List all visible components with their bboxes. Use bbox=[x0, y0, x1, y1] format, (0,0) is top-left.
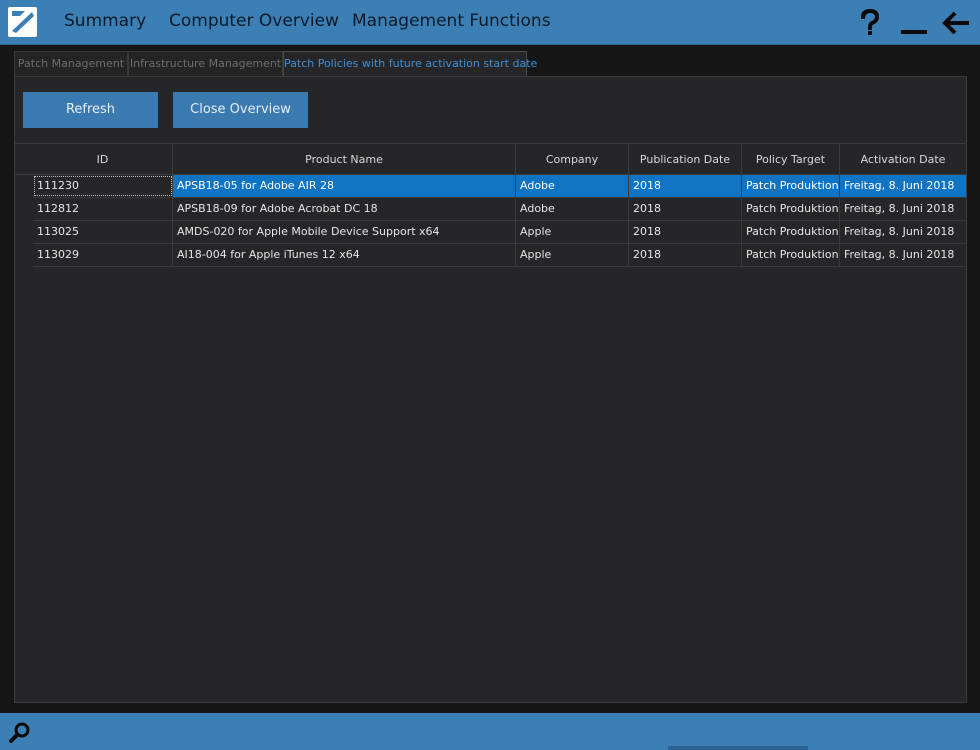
cell-product-name: APSB18-05 for Adobe AIR 28 bbox=[173, 175, 516, 197]
cell-id: 112812 bbox=[33, 198, 173, 220]
cell-company: Adobe bbox=[516, 198, 629, 220]
column-header-policy-target[interactable]: Policy Target bbox=[742, 144, 840, 175]
cell-activation-date: Freitag, 8. Juni 2018 bbox=[840, 244, 966, 266]
table-row[interactable]: 113029 AI18-004 for Apple iTunes 12 x64 … bbox=[33, 244, 966, 267]
cell-company: Apple bbox=[516, 221, 629, 243]
top-bar: Summary Computer Overview Management Fun… bbox=[0, 0, 980, 45]
tab-infrastructure-management[interactable]: Infrastructure Management bbox=[128, 51, 283, 76]
cell-id: 111230 bbox=[33, 175, 173, 197]
nav-summary[interactable]: Summary bbox=[64, 11, 146, 31]
cell-policy-target: Patch Produktion bbox=[742, 175, 840, 197]
tab-patch-policies-future[interactable]: Patch Policies with future activation st… bbox=[283, 51, 537, 77]
back-arrow-icon[interactable] bbox=[941, 8, 971, 38]
cell-publication-date: 2018 bbox=[629, 221, 742, 243]
cell-company: Apple bbox=[516, 244, 629, 266]
nav-computer-overview[interactable]: Computer Overview bbox=[169, 11, 339, 31]
column-header-id[interactable]: ID bbox=[33, 144, 173, 175]
overview-panel: Refresh Close Overview ID Product Name C… bbox=[14, 76, 967, 703]
minimize-icon[interactable] bbox=[899, 8, 929, 38]
refresh-button[interactable]: Refresh bbox=[23, 92, 158, 128]
cell-policy-target: Patch Produktion bbox=[742, 221, 840, 243]
table-header: ID Product Name Company Publication Date… bbox=[15, 143, 966, 175]
app-logo-icon bbox=[8, 7, 37, 37]
column-header-publication-date[interactable]: Publication Date bbox=[629, 144, 742, 175]
nav-management-functions[interactable]: Management Functions bbox=[352, 11, 551, 31]
cell-product-name: APSB18-09 for Adobe Acrobat DC 18 bbox=[173, 198, 516, 220]
cell-company: Adobe bbox=[516, 175, 629, 197]
help-icon[interactable] bbox=[855, 8, 885, 38]
column-header-company[interactable]: Company bbox=[516, 144, 629, 175]
search-icon[interactable] bbox=[9, 721, 31, 743]
table-row[interactable]: 112812 APSB18-09 for Adobe Acrobat DC 18… bbox=[33, 198, 966, 221]
cell-publication-date: 2018 bbox=[629, 175, 742, 197]
cell-activation-date: Freitag, 8. Juni 2018 bbox=[840, 221, 966, 243]
close-overview-button[interactable]: Close Overview bbox=[173, 92, 308, 128]
cell-activation-date: Freitag, 8. Juni 2018 bbox=[840, 175, 966, 197]
cell-product-name: AI18-004 for Apple iTunes 12 x64 bbox=[173, 244, 516, 266]
status-accent bbox=[668, 746, 808, 750]
cell-publication-date: 2018 bbox=[629, 198, 742, 220]
cell-activation-date: Freitag, 8. Juni 2018 bbox=[840, 198, 966, 220]
cell-policy-target: Patch Produktion bbox=[742, 244, 840, 266]
cell-product-name: AMDS-020 for Apple Mobile Device Support… bbox=[173, 221, 516, 243]
bottom-bar bbox=[0, 713, 980, 750]
tab-patch-management[interactable]: Patch Management bbox=[14, 51, 128, 76]
column-header-activation-date[interactable]: Activation Date bbox=[840, 144, 966, 175]
cell-policy-target: Patch Produktion bbox=[742, 198, 840, 220]
cell-id: 113029 bbox=[33, 244, 173, 266]
column-header-product-name[interactable]: Product Name bbox=[173, 144, 516, 175]
cell-publication-date: 2018 bbox=[629, 244, 742, 266]
cell-id: 113025 bbox=[33, 221, 173, 243]
table-row[interactable]: 113025 AMDS-020 for Apple Mobile Device … bbox=[33, 221, 966, 244]
table-row[interactable]: 111230 APSB18-05 for Adobe AIR 28 Adobe … bbox=[33, 175, 966, 198]
